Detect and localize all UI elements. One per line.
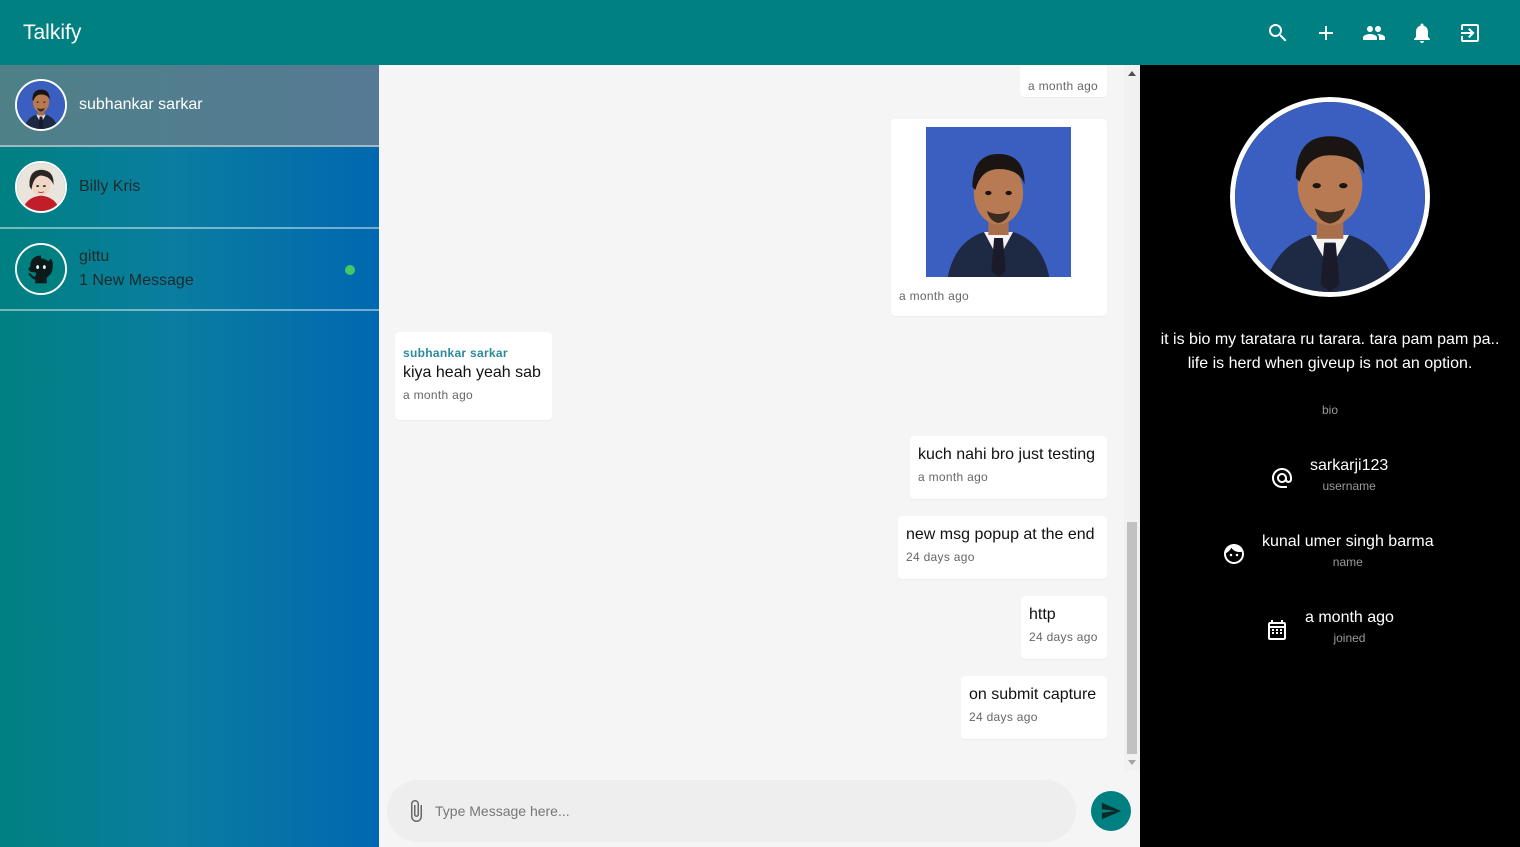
message-time: a month ago xyxy=(899,289,970,303)
logout-icon xyxy=(1461,23,1479,42)
message-image[interactable] xyxy=(926,127,1071,277)
profile-joined-row: a month ago joined xyxy=(1265,609,1394,645)
profile-name-row: kunal umer singh barma name xyxy=(1222,533,1434,569)
add-icon xyxy=(1319,25,1333,40)
scroll-down-arrow[interactable] xyxy=(1128,760,1136,765)
message-time: 24 days ago xyxy=(969,710,1038,724)
github-octocat-icon xyxy=(17,245,65,293)
scrollbar-thumb[interactable] xyxy=(1127,522,1137,754)
message-time: 24 days ago xyxy=(1029,630,1098,644)
profile-name-label: name xyxy=(1332,555,1363,569)
avatar xyxy=(15,79,67,131)
send-icon xyxy=(1101,802,1122,820)
message-bubble: on submit capture 24 days ago xyxy=(961,676,1107,739)
logout-button[interactable] xyxy=(1446,9,1494,57)
app-bar: Talkify xyxy=(0,0,1520,65)
profile-joined-label: joined xyxy=(1333,631,1366,645)
online-indicator xyxy=(345,265,355,275)
chat-item-name: subhankar sarkar xyxy=(79,96,203,113)
app-title: Talkify xyxy=(23,20,82,44)
message-bubble: subhankar sarkar kiya heah yeah sab a mo… xyxy=(395,332,552,420)
user-photo xyxy=(17,81,65,129)
message-bubble: new msg popup at the end 24 days ago xyxy=(898,516,1107,579)
profile-avatar xyxy=(1230,97,1430,297)
search-button[interactable] xyxy=(1254,9,1302,57)
attachment-icon xyxy=(411,800,422,822)
add-button[interactable] xyxy=(1302,9,1350,57)
user-photo xyxy=(1235,102,1425,292)
chat-list: subhankar sarkar Billy Kris gittu 1 New … xyxy=(0,65,379,847)
new-message-count: 1 New Message xyxy=(79,272,194,289)
message-sender: subhankar sarkar xyxy=(403,346,508,360)
message-bubble: http 24 days ago xyxy=(1021,596,1107,659)
attach-button[interactable] xyxy=(404,799,428,823)
profile-name: kunal umer singh barma xyxy=(1262,533,1434,550)
message-time: 24 days ago xyxy=(906,550,975,564)
chat-item-gittu[interactable]: gittu 1 New Message xyxy=(0,229,379,311)
scroll-up-arrow[interactable] xyxy=(1128,71,1136,76)
profile-username-label: username xyxy=(1322,479,1376,493)
profile-username: sarkarji123 xyxy=(1310,457,1389,474)
chat-item-subhankar[interactable]: subhankar sarkar xyxy=(0,65,379,147)
profile-bio-label: bio xyxy=(1321,403,1338,417)
profile-bio: it is bio my taratara ru tarara. tara pa… xyxy=(1160,331,1500,372)
message-input[interactable] xyxy=(435,799,1035,823)
message-text: http xyxy=(1029,606,1056,623)
message-text: new msg popup at the end xyxy=(906,526,1095,543)
message-bubble: kuch nahi bro just testing a month ago xyxy=(910,436,1107,499)
profile-joined: a month ago xyxy=(1305,609,1394,626)
avatar xyxy=(15,161,67,213)
face-icon xyxy=(1222,542,1246,566)
notifications-button[interactable] xyxy=(1398,9,1446,57)
calendar-icon xyxy=(1265,618,1289,642)
profile-panel: it is bio my taratara ru tarara. tara pa… xyxy=(1140,65,1520,847)
app-bar-actions xyxy=(1254,0,1494,65)
message-text: kuch nahi bro just testing xyxy=(918,446,1095,463)
message-time: a month ago xyxy=(1028,79,1099,93)
at-sign-icon xyxy=(1270,466,1294,490)
profile-username-row: sarkarji123 username xyxy=(1270,457,1388,493)
message-text: kiya heah yeah sab xyxy=(403,364,541,381)
message-bubble: a month ago xyxy=(1020,65,1107,97)
chat-item-name: Billy Kris xyxy=(79,178,141,195)
message-time: a month ago xyxy=(403,388,474,402)
chat-item-name: gittu xyxy=(79,248,110,265)
message-list[interactable]: a month ago a month ago subhankar sarkar… xyxy=(379,65,1124,771)
message-bubble: a month ago xyxy=(891,119,1107,316)
message-scrollbar[interactable] xyxy=(1124,65,1140,771)
send-button[interactable] xyxy=(1091,791,1131,831)
avatar xyxy=(15,243,67,295)
message-text: on submit capture xyxy=(969,686,1097,703)
bell-icon xyxy=(1414,23,1430,43)
chat-panel: a month ago a month ago subhankar sarkar… xyxy=(379,65,1140,847)
search-icon xyxy=(1269,23,1287,41)
message-time: a month ago xyxy=(918,470,989,484)
chat-item-billy[interactable]: Billy Kris xyxy=(0,147,379,229)
people-button[interactable] xyxy=(1350,9,1398,57)
people-icon xyxy=(1363,25,1385,40)
message-composer xyxy=(387,780,1076,842)
user-photo xyxy=(17,163,65,211)
